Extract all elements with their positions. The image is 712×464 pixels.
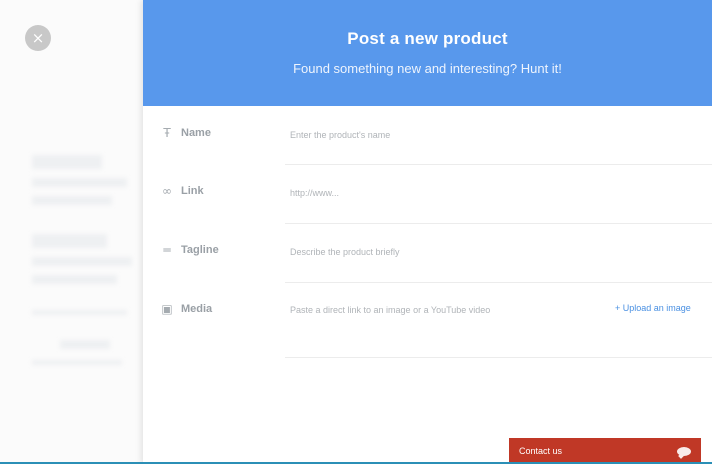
media-row: ▣ Media + Upload an image (143, 283, 712, 358)
contact-us-label: Contact us (519, 446, 563, 456)
name-row: Ŧ Name (143, 106, 712, 165)
post-product-panel: Post a new product Found something new a… (143, 0, 712, 464)
background-placeholder (32, 178, 127, 187)
media-input[interactable] (290, 305, 610, 315)
background-placeholder (32, 310, 127, 315)
image-icon: ▣ (161, 302, 173, 316)
tagline-label-group: ═ Tagline (161, 243, 219, 257)
tagline-label: Tagline (181, 244, 219, 256)
background-placeholder (32, 155, 102, 169)
close-icon: × (31, 28, 45, 47)
name-input[interactable] (290, 130, 712, 140)
background-placeholder (32, 234, 107, 248)
link-row: ∞ Link (143, 165, 712, 224)
link-label: Link (181, 185, 204, 197)
link-input[interactable] (290, 188, 712, 198)
name-label: Name (181, 127, 211, 139)
background-placeholder (32, 257, 132, 266)
background-page (0, 0, 143, 464)
panel-subtitle: Found something new and interesting? Hun… (293, 61, 562, 76)
upload-image-link[interactable]: + Upload an image (615, 303, 691, 313)
close-button[interactable]: × (25, 25, 51, 51)
text-icon: Ŧ (163, 126, 171, 140)
media-label: Media (181, 303, 213, 315)
name-label-group: Ŧ Name (161, 126, 211, 140)
background-placeholder (32, 360, 122, 365)
background-placeholder (32, 196, 112, 205)
media-label-group: ▣ Media (161, 302, 212, 316)
tagline-row: ═ Tagline (143, 224, 712, 283)
tagline-input[interactable] (290, 247, 712, 257)
panel-title: Post a new product (347, 29, 508, 48)
divider (285, 357, 712, 358)
link-icon: ∞ (162, 184, 172, 198)
background-placeholder (60, 340, 110, 349)
panel-header: Post a new product Found something new a… (143, 0, 712, 106)
background-placeholder (32, 275, 117, 284)
chat-icon (677, 446, 691, 456)
link-label-group: ∞ Link (161, 184, 204, 198)
contact-us-button[interactable]: Contact us (509, 438, 701, 464)
tagline-icon: ═ (163, 243, 171, 257)
